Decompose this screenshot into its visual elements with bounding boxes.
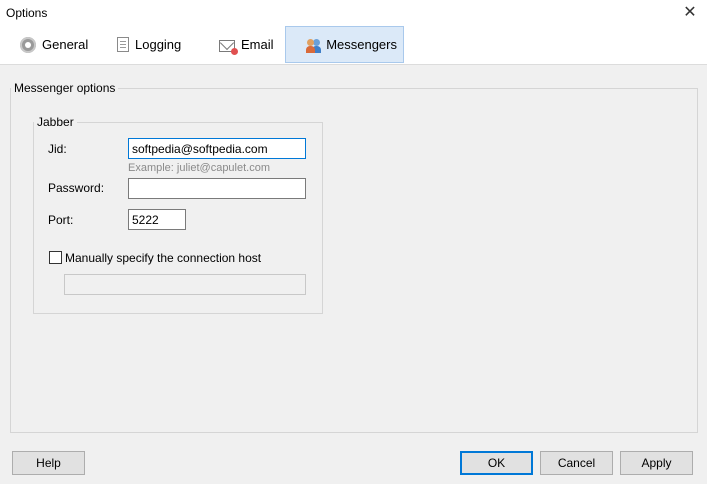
port-label: Port: — [48, 213, 74, 227]
people-icon — [306, 37, 320, 53]
jid-input[interactable] — [128, 138, 306, 159]
tab-general[interactable]: General — [14, 26, 94, 63]
jabber-legend: Jabber — [37, 115, 74, 129]
close-icon[interactable]: ✕ — [681, 4, 699, 22]
manual-host-label: Manually specify the connection host — [65, 251, 262, 265]
tab-messengers[interactable]: Messengers — [285, 26, 404, 63]
port-input[interactable] — [128, 209, 186, 230]
cancel-button[interactable]: Cancel — [540, 451, 613, 475]
tab-email[interactable]: Email — [213, 26, 280, 63]
apply-button[interactable]: Apply — [620, 451, 693, 475]
password-label: Password: — [48, 181, 105, 195]
document-icon — [117, 37, 129, 52]
messenger-options-legend: Messenger options — [14, 81, 116, 95]
tab-logging-label: Logging — [135, 37, 182, 52]
tab-logging[interactable]: Logging — [111, 26, 187, 63]
tab-messengers-label: Messengers — [326, 37, 397, 52]
password-input[interactable] — [128, 178, 306, 199]
ok-button[interactable]: OK — [460, 451, 533, 475]
window-title: Options — [6, 6, 48, 20]
tab-general-label: General — [42, 37, 89, 52]
tab-toolbar: General Logging Email Messengers — [0, 26, 707, 65]
connection-host-input[interactable] — [64, 274, 306, 295]
jid-label: Jid: — [48, 142, 67, 156]
tab-email-label: Email — [241, 37, 274, 52]
help-button[interactable]: Help — [12, 451, 85, 475]
jid-hint: Example: juliet@capulet.com — [128, 162, 271, 174]
gear-icon — [20, 36, 36, 53]
envelope-icon — [219, 39, 238, 55]
manual-host-checkbox[interactable] — [49, 251, 62, 264]
title-bar: Options ✕ — [0, 0, 707, 26]
